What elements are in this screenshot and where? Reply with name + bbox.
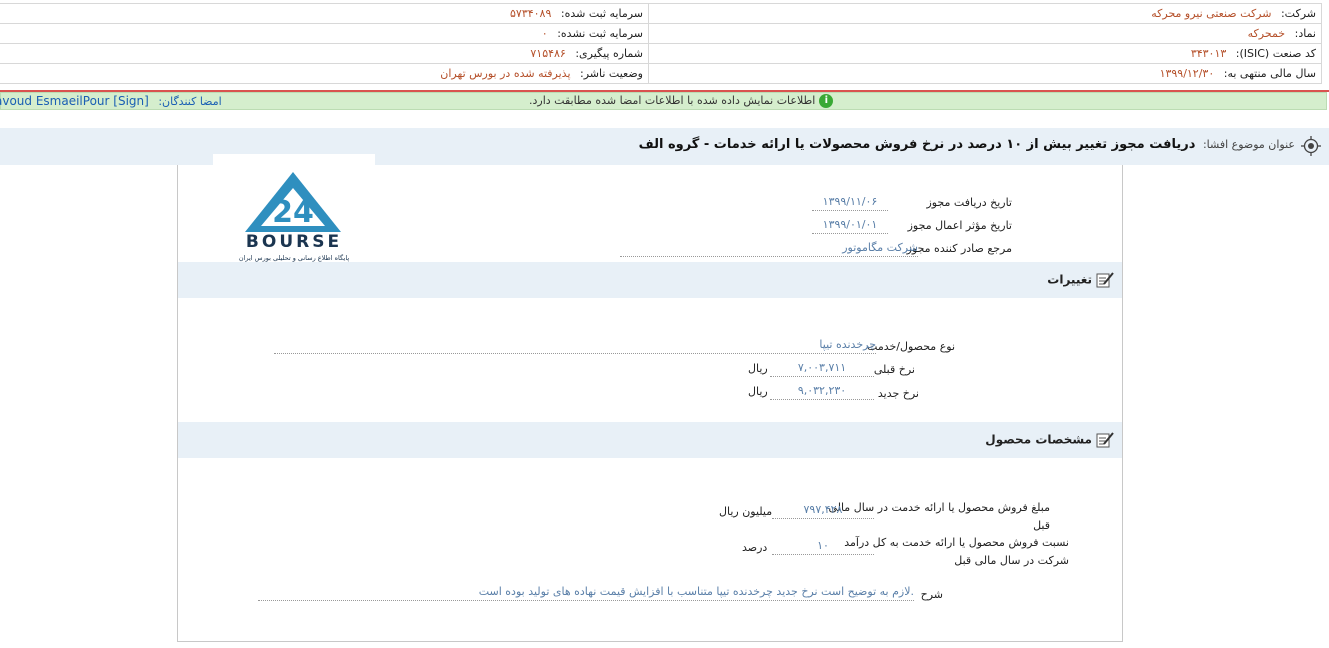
product-type-label: نوع محصول/خدمت — [867, 340, 955, 353]
description-label: شرح — [920, 588, 943, 601]
new-rate-unit: ریال — [748, 385, 768, 398]
ratio-value: ۱۰ — [772, 538, 874, 555]
tracking-value: ۷۱۵۴۸۶ — [530, 47, 566, 60]
product-spec-title: مشخصات محصول — [985, 432, 1092, 447]
product-spec-title-wrap: مشخصات محصول — [985, 432, 1114, 448]
received-date-row: تاریخ دریافت مجوز — [926, 196, 1012, 209]
sales-unit: میلیون ریال — [719, 505, 773, 518]
old-rate-value: ۷,۰۰۳,۷۱۱ — [770, 360, 874, 377]
signature-notice: iاطلاعات نمایش داده شده با اطلاعات امضا … — [529, 94, 834, 108]
tracking-cell: شماره پیگیری: ۷۱۵۴۸۶ — [0, 43, 649, 64]
edit-note-icon — [1096, 272, 1114, 288]
changes-title: تغییرات — [1047, 272, 1092, 287]
unregistered-capital-value: ۰ — [541, 27, 548, 40]
subject: عنوان موضوع افشا: دریافت مجوز تغییر بیش … — [639, 137, 1295, 152]
subject-title: دریافت مجوز تغییر بیش از ۱۰ درصد در نرخ … — [638, 137, 1196, 152]
new-rate-value: ۹,۰۳۲,۲۳۰ — [770, 383, 874, 400]
company-label: شرکت: — [1280, 7, 1316, 20]
changes-title-wrap: تغییرات — [1047, 272, 1114, 288]
subject-label: عنوان موضوع افشا: — [1202, 138, 1295, 151]
issuer-label: مرجع صادر کننده مجوز — [906, 242, 1012, 255]
new-rate-row: نرخ جدید — [878, 387, 919, 400]
symbol-value[interactable]: خمحرکه — [1248, 27, 1285, 40]
issuer-row: مرجع صادر کننده مجوز — [907, 242, 1012, 255]
symbol-label: نماد: — [1294, 27, 1316, 40]
isic-label: کد صنعت (ISIC): — [1235, 47, 1316, 60]
description-value: لازم به توضیح است نرخ جدید چرخدنده تیپا … — [258, 584, 914, 601]
ratio-unit: درصد — [742, 541, 768, 554]
old-rate-unit: ریال — [748, 362, 768, 375]
issuer-value[interactable]: شرکت مگاموتور — [620, 240, 918, 257]
ratio-label-line1: نسبت فروش محصول یا ارائه خدمت به کل درآم… — [844, 536, 1069, 549]
effective-date-label: تاریخ مؤثر اعمال مجوز — [907, 219, 1012, 232]
signature-bar: امضا کنندگان: avoud EsmaeilPour [Sign] i… — [0, 92, 1327, 110]
publisher-status-cell: وضعیت ناشر: پذیرفته شده در بورس تهران — [0, 63, 649, 84]
registered-capital-value: ۵۷۳۴۰۸۹ — [510, 7, 552, 20]
edit-note-icon — [1096, 432, 1114, 448]
old-rate-label: نرخ قبلی — [873, 363, 915, 376]
old-rate-row: نرخ قبلی — [874, 363, 915, 376]
fiscal-year-cell: سال مالی منتهی به: ۱۳۹۹/۱۲/۳۰ — [648, 63, 1322, 84]
subject-bar: عنوان موضوع افشا: دریافت مجوز تغییر بیش … — [0, 128, 1329, 165]
unregistered-capital-cell: سرمایه ثبت نشده: ۰ — [0, 23, 649, 44]
sales-label-line2: قبل — [1033, 519, 1050, 532]
tracking-label: شماره پیگیری: — [575, 47, 643, 60]
svg-text:BOURSE: BOURSE — [246, 232, 342, 252]
fiscal-year-value: ۱۳۹۹/۱۲/۳۰ — [1159, 67, 1215, 80]
received-date-label: تاریخ دریافت مجوز — [926, 196, 1012, 209]
changes-section-header: تغییرات — [178, 262, 1122, 298]
symbol-cell: نماد: خمحرکه — [648, 23, 1322, 44]
effective-date-row: تاریخ مؤثر اعمال مجوز — [908, 219, 1012, 232]
signer-name-link[interactable]: avoud EsmaeilPour [Sign] — [0, 94, 149, 108]
isic-cell: کد صنعت (ISIC): ۳۴۳۰۱۳ — [648, 43, 1322, 64]
company-value[interactable]: شرکت صنعتی نیرو محرکه — [1151, 7, 1271, 20]
ratio-label-line2: شرکت در سال مالی قبل — [954, 554, 1069, 567]
logo-mark: 24 BOURSE پایگاه اطلاع رسانی و تحلیلی بو… — [239, 172, 350, 262]
publisher-status-label: وضعیت ناشر: — [580, 67, 643, 80]
product-type-value: چرخدنده تیپا — [274, 337, 876, 354]
product-spec-section-header: مشخصات محصول — [178, 422, 1122, 458]
isic-value: ۳۴۳۰۱۳ — [1190, 47, 1227, 60]
info-icon: i — [819, 94, 834, 108]
effective-date-value: ۱۳۹۹/۰۱/۰۱ — [812, 217, 888, 234]
fiscal-year-label: سال مالی منتهی به: — [1223, 67, 1316, 80]
signers-label: امضا کنندگان: — [158, 95, 222, 108]
bourse24-logo: 24 BOURSE پایگاه اطلاع رسانی و تحلیلی بو… — [213, 154, 375, 269]
target-icon — [1301, 136, 1321, 156]
received-date-value: ۱۳۹۹/۱۱/۰۶ — [812, 194, 888, 211]
new-rate-label: نرخ جدید — [877, 387, 919, 400]
product-type-row: نوع محصول/خدمت — [867, 340, 955, 353]
description-row: شرح — [921, 588, 943, 601]
signers: امضا کنندگان: avoud EsmaeilPour [Sign] — [0, 94, 222, 108]
svg-text:پایگاه اطلاع رسانی و تحلیلی بو: پایگاه اطلاع رسانی و تحلیلی بورس ایران — [239, 254, 350, 262]
svg-text:24: 24 — [272, 195, 314, 230]
company-info-table: شرکت: شرکت صنعتی نیرو محرکه سرمایه ثبت ش… — [0, 3, 1322, 84]
company-cell: شرکت: شرکت صنعتی نیرو محرکه — [648, 3, 1322, 24]
unregistered-capital-label: سرمایه ثبت نشده: — [557, 27, 643, 40]
publisher-status-value: پذیرفته شده در بورس تهران — [440, 67, 571, 80]
registered-capital-cell: سرمایه ثبت شده: ۵۷۳۴۰۸۹ — [0, 3, 649, 24]
sales-value: ۷۹۷,۴۲۸ — [772, 502, 874, 519]
signature-notice-text: اطلاعات نمایش داده شده با اطلاعات امضا ش… — [529, 94, 816, 107]
ratio-row: نسبت فروش محصول یا ارائه خدمت به کل درآم… — [844, 534, 1069, 570]
registered-capital-label: سرمایه ثبت شده: — [560, 7, 643, 20]
